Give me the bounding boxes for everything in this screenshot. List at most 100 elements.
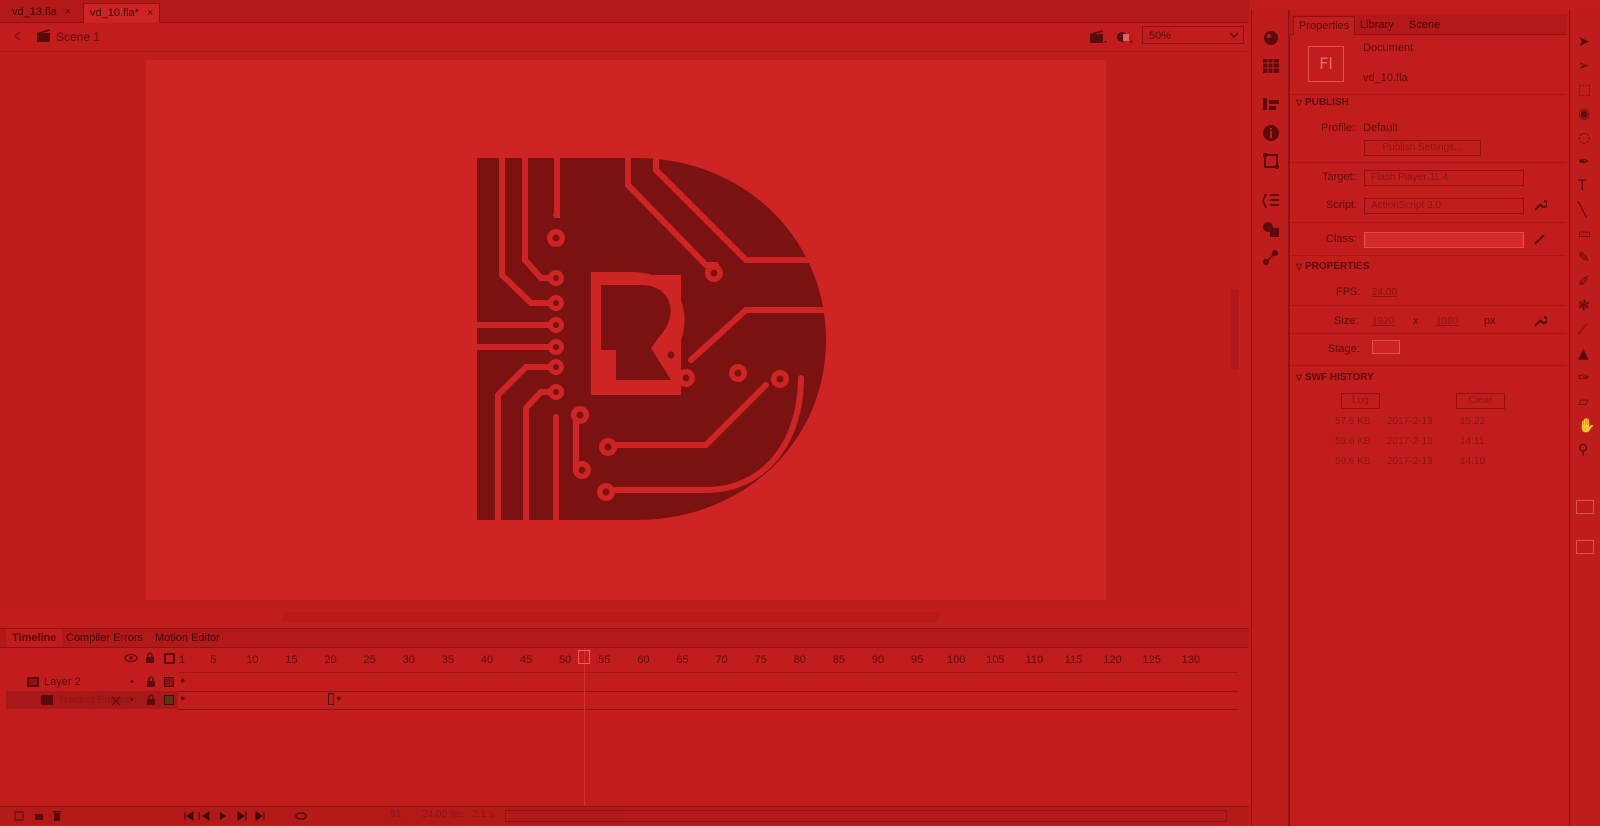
- zoom-tool-icon[interactable]: ⚲: [1578, 442, 1588, 458]
- playback-controls-icon[interactable]: [184, 811, 274, 821]
- section-swf-history[interactable]: ▽ SWF HISTORY: [1296, 372, 1374, 383]
- layer-row[interactable]: Layer 2 •: [6, 673, 178, 691]
- current-frame-readout[interactable]: 51: [390, 809, 401, 820]
- class-field[interactable]: [1364, 232, 1524, 248]
- ruler-tick-label: 115: [1064, 654, 1083, 666]
- timeline-ruler[interactable]: 1 5 10 15 20 25 30 35 40 45 50 55 60 65 70 75 80 85 90 95 10…: [178, 648, 1238, 673]
- text-tool-icon[interactable]: T: [1578, 178, 1587, 194]
- align-icon[interactable]: [1262, 96, 1280, 112]
- pencil-edit-icon[interactable]: [110, 695, 122, 707]
- tab-library[interactable]: Library: [1355, 16, 1399, 34]
- tab-properties[interactable]: Properties: [1293, 16, 1356, 35]
- stage[interactable]: [146, 60, 1106, 600]
- tab-scene[interactable]: Scene: [1404, 16, 1445, 34]
- time-readout[interactable]: 2.1 s: [472, 809, 494, 820]
- deco-tool-icon[interactable]: ❃: [1578, 298, 1590, 314]
- script-select[interactable]: ActionScript 3.0: [1364, 198, 1524, 214]
- document-tab-vd10[interactable]: vd_10.fla* ×: [83, 3, 161, 23]
- wrench-icon[interactable]: [1533, 314, 1547, 328]
- pen-tool-icon[interactable]: ✒: [1578, 154, 1590, 170]
- paint-bucket-tool-icon[interactable]: ▲: [1578, 346, 1589, 362]
- lock-icon[interactable]: [146, 694, 156, 706]
- fill-color-swatch[interactable]: [1576, 540, 1594, 554]
- layer-outline-color-icon[interactable]: [164, 695, 174, 705]
- hand-tool-icon[interactable]: ✋: [1578, 418, 1595, 434]
- ruler-tick-label: 20: [324, 654, 337, 666]
- tab-timeline[interactable]: Timeline: [6, 629, 63, 647]
- new-layer-icon[interactable]: [14, 811, 24, 821]
- visibility-dot[interactable]: •: [130, 673, 134, 691]
- clear-button[interactable]: Clear: [1456, 393, 1505, 409]
- stroke-color-swatch[interactable]: [1576, 500, 1594, 514]
- section-properties[interactable]: ▽ PROPERTIES: [1296, 261, 1369, 272]
- lock-icon[interactable]: [146, 676, 156, 688]
- free-transform-tool-icon[interactable]: ⬚: [1578, 82, 1591, 98]
- components-icon[interactable]: [1262, 220, 1280, 238]
- frame-row[interactable]: ● ●: [178, 691, 1238, 710]
- layer-row[interactable]: Tracing Bitmap •: [6, 691, 178, 709]
- playhead[interactable]: [578, 650, 590, 664]
- swatches-icon[interactable]: [1262, 58, 1280, 74]
- section-publish[interactable]: ▽ PUBLISH: [1296, 97, 1349, 108]
- lock-icon[interactable]: [145, 652, 155, 664]
- chevron-down-icon: ▽: [1296, 98, 1303, 107]
- line-tool-icon[interactable]: ╲: [1578, 202, 1586, 218]
- brush-tool-icon[interactable]: ✐: [1578, 274, 1590, 290]
- target-select[interactable]: Flash Player 11.4: [1364, 170, 1524, 186]
- frame-row[interactable]: ●: [178, 673, 1238, 692]
- scene-label: Scene 1: [56, 30, 101, 44]
- fps-readout[interactable]: 24.00 fps: [422, 809, 463, 820]
- eyedropper-tool-icon[interactable]: ✑: [1578, 370, 1590, 386]
- info-icon[interactable]: [1262, 124, 1280, 142]
- pencil-tool-icon[interactable]: ✎: [1578, 250, 1590, 266]
- trash-icon[interactable]: [52, 810, 62, 822]
- pencil-icon[interactable]: [1533, 232, 1547, 246]
- edit-symbols-icon[interactable]: [1114, 28, 1134, 46]
- script-value: ActionScript 3.0: [1371, 200, 1442, 211]
- subselection-tool-icon[interactable]: ➢: [1578, 58, 1590, 74]
- 3d-rotation-tool-icon[interactable]: ◉: [1578, 106, 1590, 122]
- logo-artwork[interactable]: [146, 60, 1106, 600]
- eraser-tool-icon[interactable]: ▱: [1578, 394, 1589, 410]
- log-button[interactable]: Log: [1341, 393, 1380, 409]
- lasso-tool-icon[interactable]: ◌: [1578, 130, 1590, 146]
- tab-compiler-errors[interactable]: Compiler Errors: [60, 629, 149, 647]
- stage-color-swatch[interactable]: [1372, 340, 1400, 354]
- transform-icon[interactable]: [1262, 152, 1280, 170]
- publish-settings-button[interactable]: Publish Settings...: [1364, 140, 1481, 156]
- stage-horizontal-scroll-thumb[interactable]: [283, 612, 939, 622]
- keyframe-dot[interactable]: ●: [180, 675, 185, 685]
- close-icon[interactable]: ×: [147, 7, 153, 19]
- tab-motion-editor[interactable]: Motion Editor: [149, 629, 226, 647]
- loop-icon[interactable]: [294, 811, 308, 821]
- ruler-tick-label: 50: [559, 654, 572, 666]
- back-arrow-icon[interactable]: [14, 31, 28, 41]
- outline-icon[interactable]: [164, 653, 176, 665]
- new-folder-icon[interactable]: [34, 811, 44, 821]
- document-tab-vd13[interactable]: vd_13.fla ×: [6, 3, 77, 22]
- rectangle-tool-icon[interactable]: ▭: [1578, 226, 1591, 242]
- color-icon[interactable]: [1262, 30, 1280, 46]
- eye-icon[interactable]: [124, 653, 138, 663]
- edit-scene-icon[interactable]: [1088, 28, 1108, 46]
- zoom-select[interactable]: 50%: [1142, 26, 1244, 44]
- guide-layer-icon: [41, 695, 53, 705]
- selection-tool-icon[interactable]: ➤: [1578, 34, 1590, 50]
- keyframe-dot[interactable]: ●: [336, 693, 341, 703]
- wrench-icon[interactable]: [1533, 198, 1547, 212]
- code-snippets-icon[interactable]: [1262, 192, 1280, 210]
- playhead-line[interactable]: [584, 648, 585, 813]
- visibility-dot[interactable]: •: [130, 691, 134, 709]
- keyframe-dot[interactable]: ●: [180, 693, 185, 703]
- bone-tool-icon[interactable]: ⟋: [1578, 322, 1588, 338]
- height-value[interactable]: 1080: [1436, 316, 1458, 327]
- layer-outline-color-icon[interactable]: [164, 677, 174, 687]
- fps-value[interactable]: 24.00: [1372, 287, 1397, 298]
- ruler-tick-label: 65: [676, 654, 689, 666]
- close-icon[interactable]: ×: [65, 6, 71, 18]
- width-value[interactable]: 1920: [1372, 316, 1394, 327]
- stage-vertical-scroll-thumb[interactable]: [1231, 290, 1239, 370]
- timeline-scroll-thumb[interactable]: [515, 811, 623, 819]
- motion-presets-icon[interactable]: [1262, 248, 1280, 266]
- frame-end-marker[interactable]: [328, 693, 334, 705]
